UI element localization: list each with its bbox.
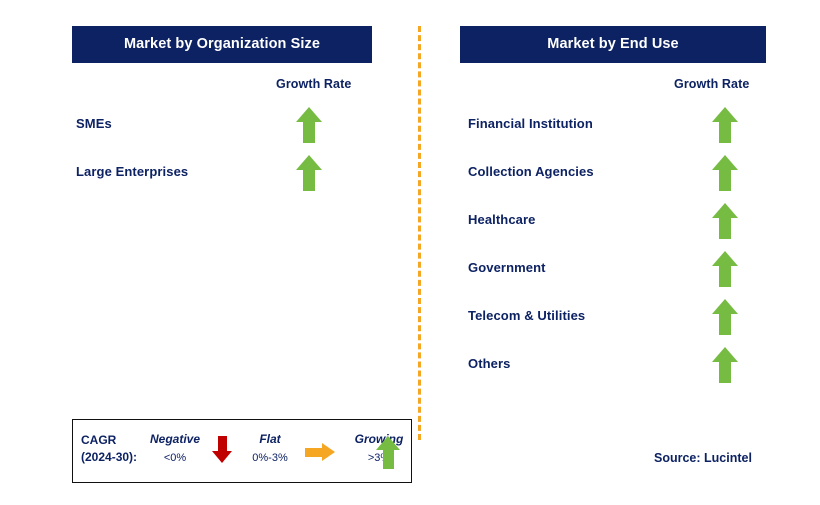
arrow-up-icon — [712, 203, 738, 239]
arrow-up-icon — [296, 155, 322, 191]
arrow-right-icon — [305, 443, 335, 461]
arrow-up-icon — [712, 155, 738, 191]
vertical-dashed-divider — [418, 26, 421, 440]
legend-sub-negative: <0% — [163, 452, 187, 464]
legend-cagr-line2: (2024-30): — [81, 450, 138, 464]
row-label-government: Government — [468, 260, 546, 275]
source-label: Source: Lucintel — [654, 451, 752, 465]
legend-title-negative: Negative — [149, 432, 201, 446]
row-label-healthcare: Healthcare — [468, 212, 536, 227]
arrow-up-icon — [296, 107, 322, 143]
panel-end-use: Market by End Use — [460, 0, 766, 63]
growth-rate-label-right: Growth Rate — [674, 77, 750, 91]
row-label-large-enterprises: Large Enterprises — [76, 164, 189, 179]
arrow-up-icon — [712, 347, 738, 383]
arrow-down-icon — [212, 436, 232, 463]
row-label-smes: SMEs — [76, 116, 112, 131]
legend-cagr-line1: CAGR — [81, 433, 117, 447]
growth-rate-label-left: Growth Rate — [276, 77, 352, 91]
legend-sub-flat: 0%-3% — [252, 452, 288, 464]
panel-title-organization-size: Market by Organization Size — [72, 26, 372, 63]
panel-organization-size: Market by Organization Size — [72, 0, 372, 63]
arrow-up-icon — [712, 299, 738, 335]
row-label-telecom-utilities: Telecom & Utilities — [468, 308, 586, 323]
row-label-others: Others — [468, 356, 511, 371]
legend-box: CAGR (2024-30): Negative <0% Flat 0%-3% … — [72, 419, 412, 483]
row-label-collection-agencies: Collection Agencies — [468, 164, 594, 179]
arrow-up-icon — [712, 107, 738, 143]
legend-title-flat: Flat — [259, 432, 281, 446]
arrow-up-icon — [712, 251, 738, 287]
arrow-up-icon — [376, 436, 400, 469]
legend-cagr-label: CAGR (2024-30): — [81, 432, 137, 466]
panel-title-end-use: Market by End Use — [460, 26, 766, 63]
row-label-financial-institution: Financial Institution — [468, 116, 593, 131]
